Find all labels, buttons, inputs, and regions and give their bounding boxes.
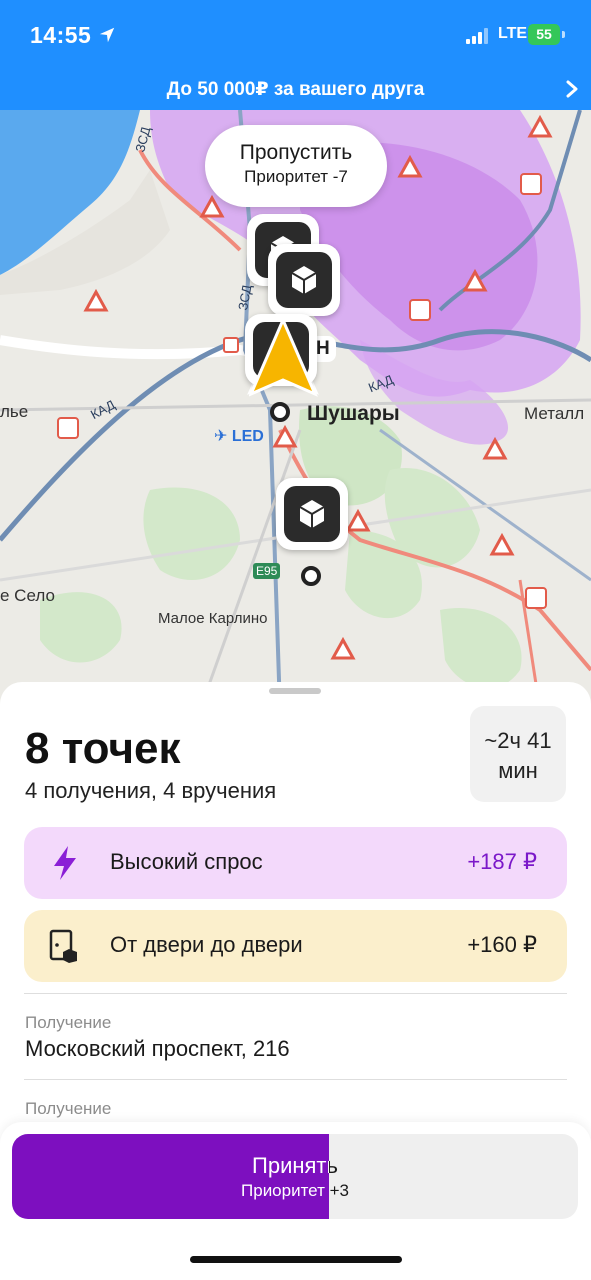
stop-address[interactable]: Московский проспект, 216 [25, 1036, 290, 1062]
stop-kind: Получение [25, 1099, 112, 1118]
divider [24, 1079, 567, 1080]
bonus-amount: +160 ₽ [467, 932, 537, 957]
eta-badge: ~2ч 41 мин [470, 706, 566, 802]
eta-line1: ~2ч 41 [484, 728, 552, 753]
map-label-metall: Металл [524, 404, 585, 423]
points-breakdown: 4 получения, 4 вручения [25, 778, 277, 803]
skip-bubble[interactable]: Пропустить Приоритет -7 [205, 125, 387, 207]
navigation-arrow-icon [249, 318, 318, 397]
map-label-selo: е Село [0, 586, 55, 605]
map-label-shushary: Шушары [307, 402, 400, 425]
promo-text: До 50 000₽ за вашего друга [166, 79, 425, 100]
airport-code: LED [231, 428, 264, 445]
box-icon [299, 500, 325, 528]
skip-title: Пропустить [239, 141, 353, 164]
points-count-title: 8 точек [25, 724, 181, 773]
pickup-pin[interactable] [276, 478, 348, 550]
network-type: LTE [498, 25, 528, 42]
map-label-maloe-karlino: Малое Карлино [158, 610, 268, 627]
accept-fill-layer: Принять Приоритет +3 [12, 1134, 329, 1219]
home-indicator[interactable] [190, 1256, 402, 1263]
eta-line2: мин [498, 758, 538, 783]
bonus-label: От двери до двери [110, 932, 303, 957]
map-view[interactable]: Шушары Малое Карлино е Село Металл лье ✈… [0, 110, 591, 710]
map-label-e95: E95 [253, 563, 281, 579]
high-demand-bonus[interactable]: Высокий спрос +187 ₽ [24, 827, 567, 899]
door-to-door-bonus[interactable]: От двери до двери +160 ₽ [24, 910, 567, 982]
door-box-icon [49, 929, 77, 963]
status-time: 14:55 [30, 22, 92, 48]
signal-icon [466, 28, 492, 44]
status-bar: 14:55 LTE 55 [0, 0, 591, 70]
chevron-right-icon [566, 80, 578, 98]
map-label-airport: ✈ LED [214, 428, 264, 445]
pickup-pin[interactable] [268, 244, 340, 316]
accept-progress-fill: Принять Приоритет +3 [12, 1134, 329, 1219]
accept-priority-overlay: Приоритет +3 [241, 1181, 329, 1200]
promo-banner[interactable]: До 50 000₽ за вашего друга [0, 70, 591, 110]
location-arrow-icon [99, 27, 115, 43]
divider [24, 993, 567, 994]
accept-label-overlay: Принять [252, 1153, 329, 1178]
box-icon [291, 266, 317, 294]
accept-button[interactable]: Принять Приоритет +3 Принять Приоритет +… [12, 1134, 578, 1219]
battery-tip [562, 31, 565, 38]
battery-icon: 55 [528, 24, 560, 45]
skip-priority: Приоритет -7 [244, 167, 348, 186]
map-label-lie: лье [0, 402, 29, 421]
bonus-amount: +187 ₽ [467, 849, 537, 874]
sheet-grabber[interactable] [269, 688, 321, 694]
stop-kind: Получение [25, 1013, 112, 1032]
lightning-icon [54, 846, 76, 880]
bonus-label: Высокий спрос [110, 849, 263, 874]
